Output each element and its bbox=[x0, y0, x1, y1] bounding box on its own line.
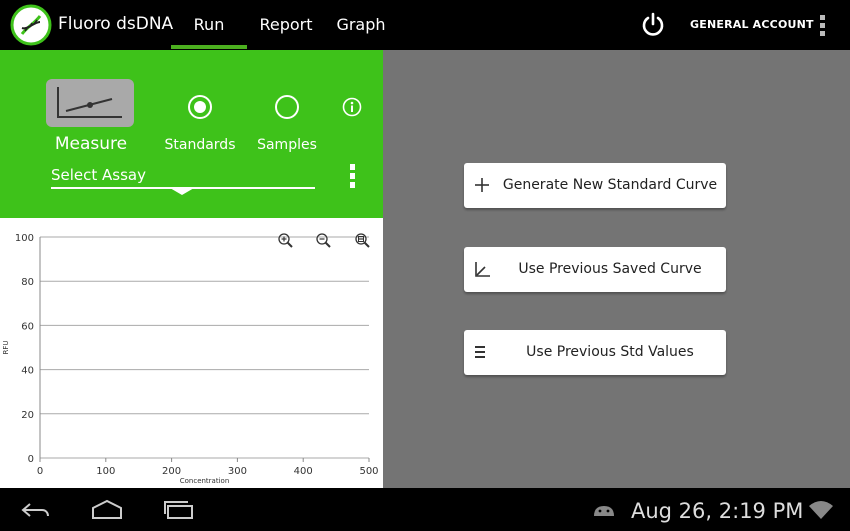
status-clock: Aug 26, 2:19 PM bbox=[631, 499, 804, 523]
home-icon[interactable] bbox=[90, 498, 124, 522]
tab-report[interactable]: Report bbox=[250, 15, 322, 34]
y-tick-label: 0 bbox=[28, 454, 34, 465]
x-tick-label: 100 bbox=[96, 466, 115, 477]
generate-new-curve-button[interactable]: Generate New Standard Curve bbox=[464, 163, 726, 208]
generate-new-curve-label: Generate New Standard Curve bbox=[502, 177, 718, 193]
measure-label: Measure bbox=[54, 134, 128, 154]
back-icon[interactable] bbox=[20, 498, 52, 522]
info-icon[interactable] bbox=[342, 97, 362, 117]
zoom-out-icon[interactable] bbox=[316, 233, 331, 248]
use-std-values-label: Use Previous Std Values bbox=[526, 344, 694, 360]
list-icon bbox=[475, 346, 485, 358]
zoom-in-icon[interactable] bbox=[278, 233, 293, 248]
tab-run[interactable]: Run bbox=[171, 15, 247, 34]
recent-apps-icon[interactable] bbox=[162, 498, 196, 522]
y-tick-label: 80 bbox=[21, 277, 34, 288]
y-tick-label: 40 bbox=[21, 366, 34, 377]
app-title: Fluoro dsDNA bbox=[58, 14, 174, 34]
run-control-panel: Measure Standards Samples Select Assay bbox=[0, 50, 383, 218]
use-saved-curve-button[interactable]: Use Previous Saved Curve bbox=[464, 247, 726, 292]
x-tick-label: 500 bbox=[359, 466, 378, 477]
dna-logo-icon bbox=[10, 4, 52, 46]
assay-overflow-icon[interactable] bbox=[348, 164, 356, 190]
wifi-icon bbox=[809, 501, 833, 519]
plus-icon bbox=[475, 178, 489, 192]
y-tick-label: 20 bbox=[21, 410, 34, 421]
use-saved-curve-label: Use Previous Saved Curve bbox=[518, 261, 702, 277]
assay-select[interactable]: Select Assay bbox=[51, 166, 146, 184]
standards-radio[interactable] bbox=[188, 95, 212, 119]
use-std-values-button[interactable]: Use Previous Std Values bbox=[464, 330, 726, 375]
measure-button[interactable] bbox=[46, 79, 134, 127]
system-navigation-bar: Aug 26, 2:19 PM bbox=[0, 488, 850, 531]
measure-graph-icon bbox=[57, 87, 122, 118]
curve-options-panel: Generate New Standard Curve Use Previous… bbox=[383, 50, 850, 488]
y-tick-label: 100 bbox=[15, 233, 34, 244]
standards-label[interactable]: Standards bbox=[160, 137, 240, 153]
account-button[interactable]: GENERAL ACCOUNT bbox=[690, 18, 814, 31]
x-tick-label: 0 bbox=[37, 466, 43, 477]
samples-label[interactable]: Samples bbox=[247, 137, 327, 153]
curve-icon bbox=[475, 262, 490, 277]
android-notification-icon bbox=[594, 506, 614, 516]
standard-curve-chart: 0 20 40 60 80 100 0 100 200 300 400 500 Concentratio… bbox=[2, 233, 379, 485]
y-axis-label: RFU bbox=[2, 340, 10, 354]
chevron-down-icon[interactable] bbox=[170, 188, 194, 195]
x-axis-label: Concentration bbox=[180, 477, 230, 485]
y-tick-label: 60 bbox=[21, 321, 34, 332]
active-tab-indicator bbox=[171, 45, 247, 49]
x-tick-label: 200 bbox=[162, 466, 181, 477]
tab-graph[interactable]: Graph bbox=[330, 15, 392, 34]
x-tick-label: 300 bbox=[228, 466, 247, 477]
power-icon[interactable] bbox=[640, 12, 666, 38]
action-bar: Fluoro dsDNA Run Report Graph GENERAL AC… bbox=[0, 0, 850, 50]
zoom-fit-icon[interactable] bbox=[355, 233, 370, 248]
x-tick-label: 400 bbox=[294, 466, 313, 477]
samples-radio[interactable] bbox=[275, 95, 299, 119]
chart-panel: 0 20 40 60 80 100 0 100 200 300 400 500 Concentratio… bbox=[0, 218, 383, 488]
overflow-menu-icon[interactable] bbox=[818, 15, 826, 37]
